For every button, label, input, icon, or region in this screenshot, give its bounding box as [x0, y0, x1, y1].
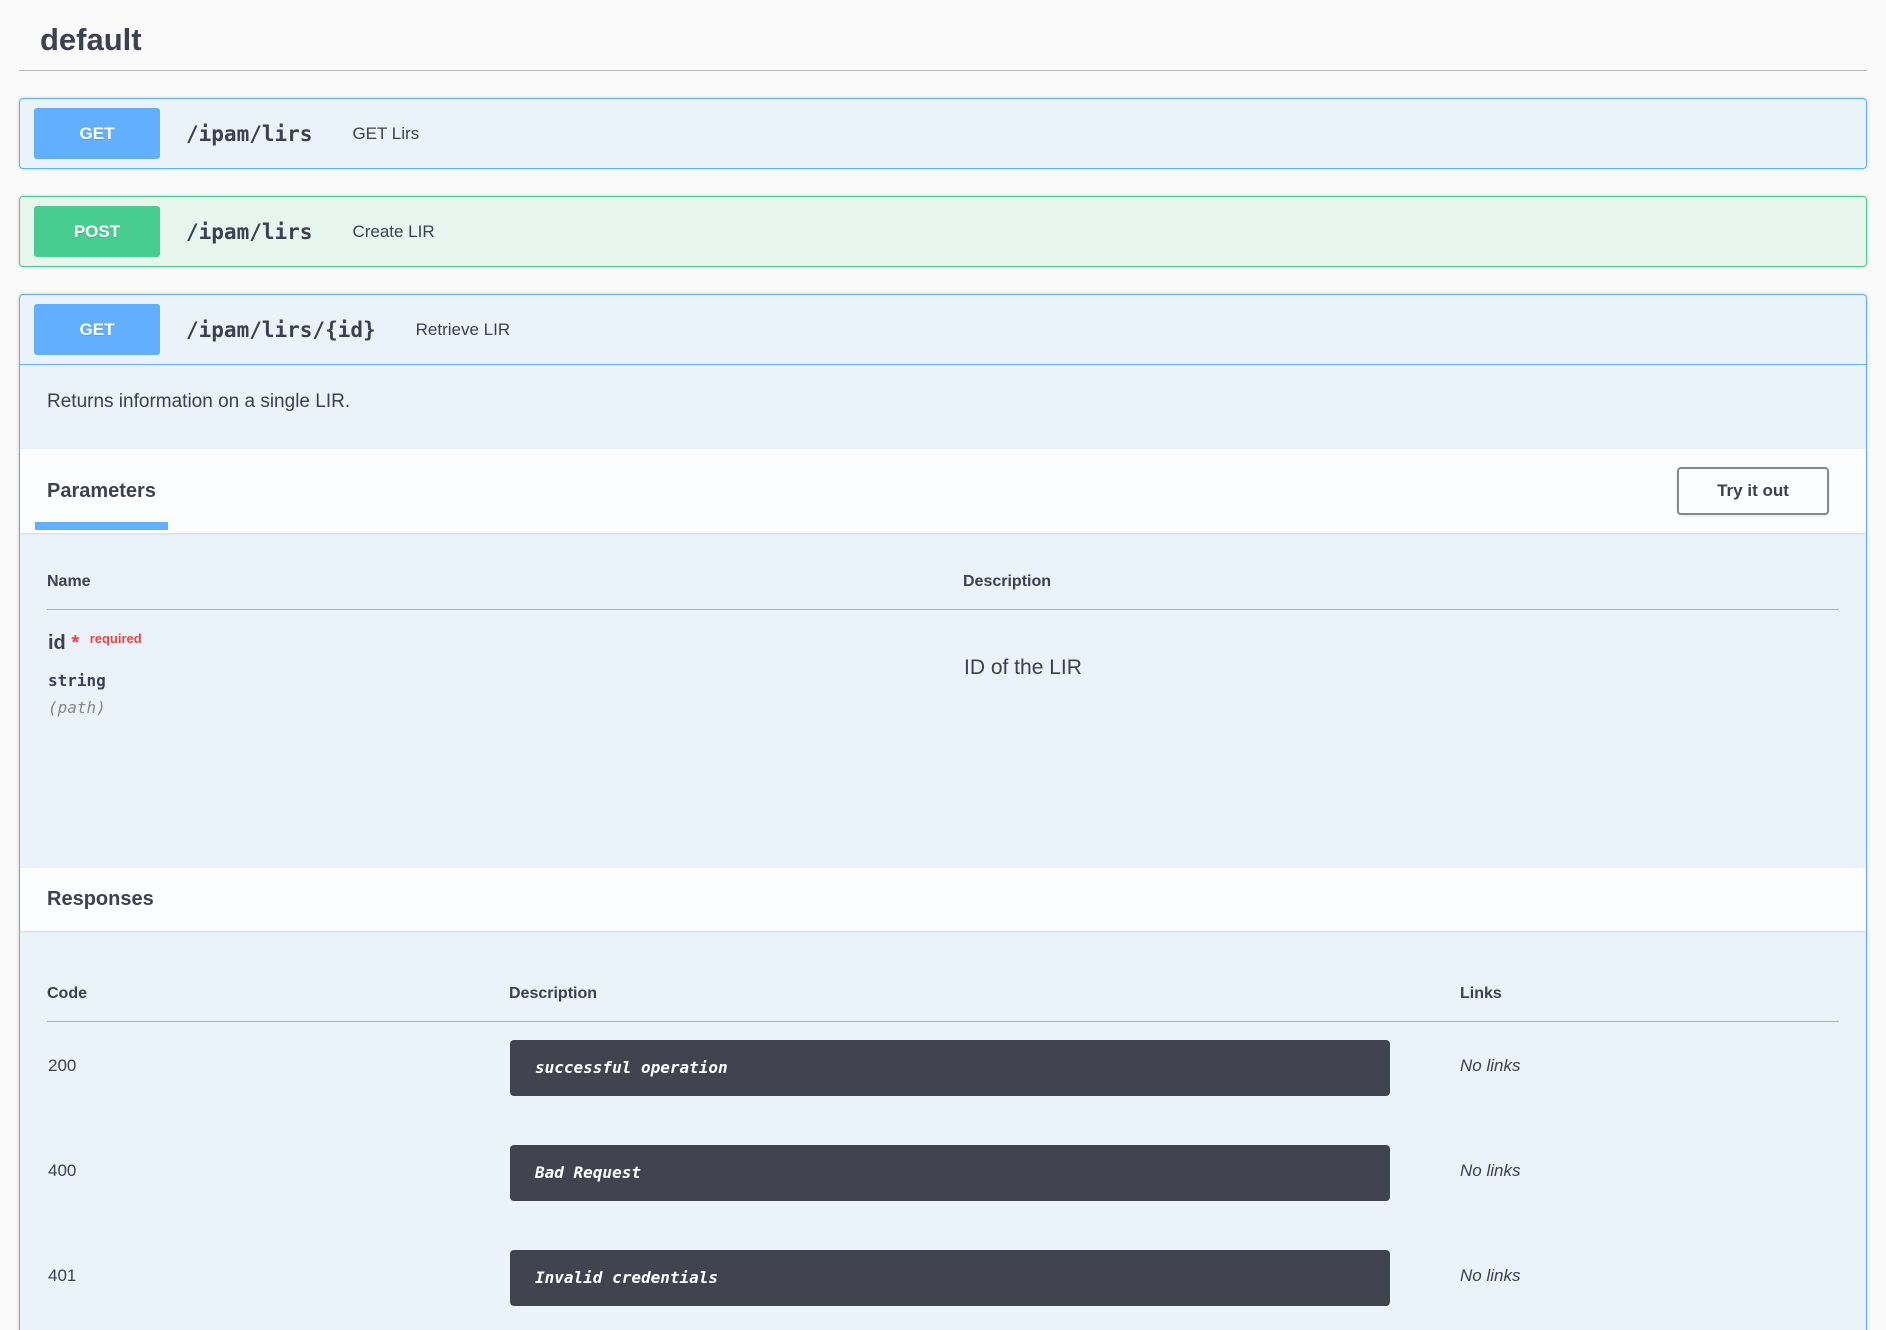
opblock-body: Returns information on a single LIR. Par…	[20, 365, 1866, 1330]
responses-table-container: Code Description Links 200 successful op…	[20, 931, 1866, 1330]
parameter-name: id * required	[48, 632, 962, 655]
method-badge-get: GET	[34, 108, 160, 159]
response-description-panel: Invalid credentials	[510, 1250, 1390, 1306]
parameter-name-cell: id * required string (path)	[47, 610, 963, 719]
response-links: No links	[1391, 1232, 1839, 1330]
response-links: No links	[1391, 1022, 1839, 1128]
operation-summary: Create LIR	[352, 222, 434, 242]
operation-path: /ipam/lirs/{id}	[186, 318, 376, 342]
opblock-post-lirs: POST /ipam/lirs Create LIR	[19, 196, 1867, 267]
parameters-section-header: Parameters Try it out	[20, 449, 1866, 533]
opblock-summary-get-lir-by-id[interactable]: GET /ipam/lirs/{id} Retrieve LIR	[20, 295, 1866, 365]
responses-description-header: Description	[509, 971, 1391, 1022]
parameters-tab-label: Parameters	[47, 480, 156, 503]
operation-summary: Retrieve LIR	[416, 320, 510, 340]
responses-links-header: Links	[1391, 971, 1839, 1022]
response-row-400: 400 Bad Request No links	[47, 1127, 1839, 1232]
response-description-cell: Invalid credentials	[509, 1232, 1391, 1330]
response-row-401: 401 Invalid credentials No links	[47, 1232, 1839, 1330]
responses-title: Responses	[47, 888, 1839, 911]
required-asterisk: *	[71, 632, 79, 654]
response-code: 200	[47, 1022, 509, 1128]
response-description-panel: successful operation	[510, 1040, 1390, 1096]
parameter-location: (path)	[48, 698, 962, 717]
operation-path: /ipam/lirs	[186, 122, 312, 146]
responses-code-header: Code	[47, 971, 509, 1022]
response-links: No links	[1391, 1127, 1839, 1232]
parameters-table: Name Description id * required	[47, 559, 1839, 718]
response-row-200: 200 successful operation No links	[47, 1022, 1839, 1128]
opblock-get-lirs: GET /ipam/lirs GET Lirs	[19, 98, 1867, 169]
response-description-cell: Bad Request	[509, 1127, 1391, 1232]
try-it-out-button[interactable]: Try it out	[1677, 467, 1829, 515]
parameter-row-id: id * required string (path) ID of the LI…	[47, 610, 1839, 719]
opblock-get-lir-by-id: GET /ipam/lirs/{id} Retrieve LIR Returns…	[19, 294, 1867, 1330]
response-code: 400	[47, 1127, 509, 1232]
responses-table-header-row: Code Description Links	[47, 971, 1839, 1022]
method-badge-post: POST	[34, 206, 160, 257]
method-badge-get: GET	[34, 304, 160, 355]
swagger-tag-section: default GET /ipam/lirs GET Lirs POST /ip…	[0, 0, 1886, 1330]
parameter-description-cell: ID of the LIR	[963, 610, 1839, 719]
operation-description: Returns information on a single LIR.	[20, 365, 1866, 449]
responses-section-header: Responses	[20, 868, 1866, 931]
tab-parameters[interactable]: Parameters	[35, 449, 168, 533]
response-description-cell: successful operation	[509, 1022, 1391, 1128]
required-label: required	[90, 631, 142, 646]
parameters-name-header: Name	[47, 559, 963, 610]
parameter-name-text: id	[48, 632, 66, 654]
parameters-table-header-row: Name Description	[47, 559, 1839, 610]
opblock-summary-post-lirs[interactable]: POST /ipam/lirs Create LIR	[20, 197, 1866, 266]
operation-summary: GET Lirs	[352, 124, 419, 144]
response-description-panel: Bad Request	[510, 1145, 1390, 1201]
parameters-description-header: Description	[963, 559, 1839, 610]
tag-divider	[19, 70, 1867, 71]
parameter-type: string	[48, 671, 962, 690]
response-code: 401	[47, 1232, 509, 1330]
tag-title: default	[19, 0, 1867, 70]
opblock-summary-get-lirs[interactable]: GET /ipam/lirs GET Lirs	[20, 99, 1866, 168]
responses-table: Code Description Links 200 successful op…	[47, 971, 1839, 1330]
operation-path: /ipam/lirs	[186, 220, 312, 244]
parameters-table-container: Name Description id * required	[20, 533, 1866, 868]
parameter-description: ID of the LIR	[964, 632, 1838, 680]
